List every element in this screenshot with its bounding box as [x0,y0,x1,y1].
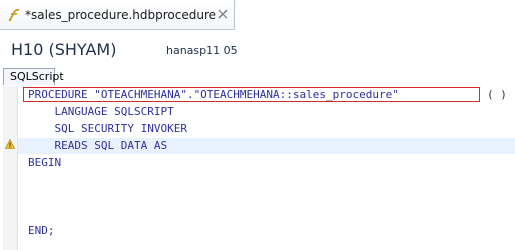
code-line-9[interactable]: END; [28,224,55,238]
system-host: hanasp11 05 [166,44,238,57]
code-line-1[interactable]: PROCEDURE "OTEACHMEHANA"."OTEACHMEHANA::… [28,88,399,102]
editor-tab-sales-procedure[interactable]: *sales_procedure.hdbprocedure [0,0,235,30]
hdb-procedure-editor: *sales_procedure.hdbprocedure H10 (SHYAM… [0,0,515,250]
system-name: H10 (SHYAM) [11,40,117,59]
editor-gutter [3,86,18,250]
editor-tab-bar: *sales_procedure.hdbprocedure [0,0,515,30]
tab-sqlscript[interactable]: SQLScript [3,68,64,85]
procedure-file-icon [8,8,20,22]
code-parentheses[interactable]: ( ) [487,88,507,102]
code-line-3[interactable]: SQL SECURITY INVOKER [28,122,186,136]
editor-tab-title: *sales_procedure.hdbprocedure [25,8,216,22]
editor-subtab-strip [0,68,515,86]
code-line-4[interactable]: READS SQL DATA AS [28,139,167,153]
code-line-2[interactable]: LANGUAGE SQLSCRIPT [28,105,173,119]
code-line-5[interactable]: BEGIN [28,156,61,170]
warning-icon[interactable] [5,139,15,149]
close-icon[interactable] [217,8,229,20]
tab-sqlscript-label: SQLScript [10,70,64,83]
